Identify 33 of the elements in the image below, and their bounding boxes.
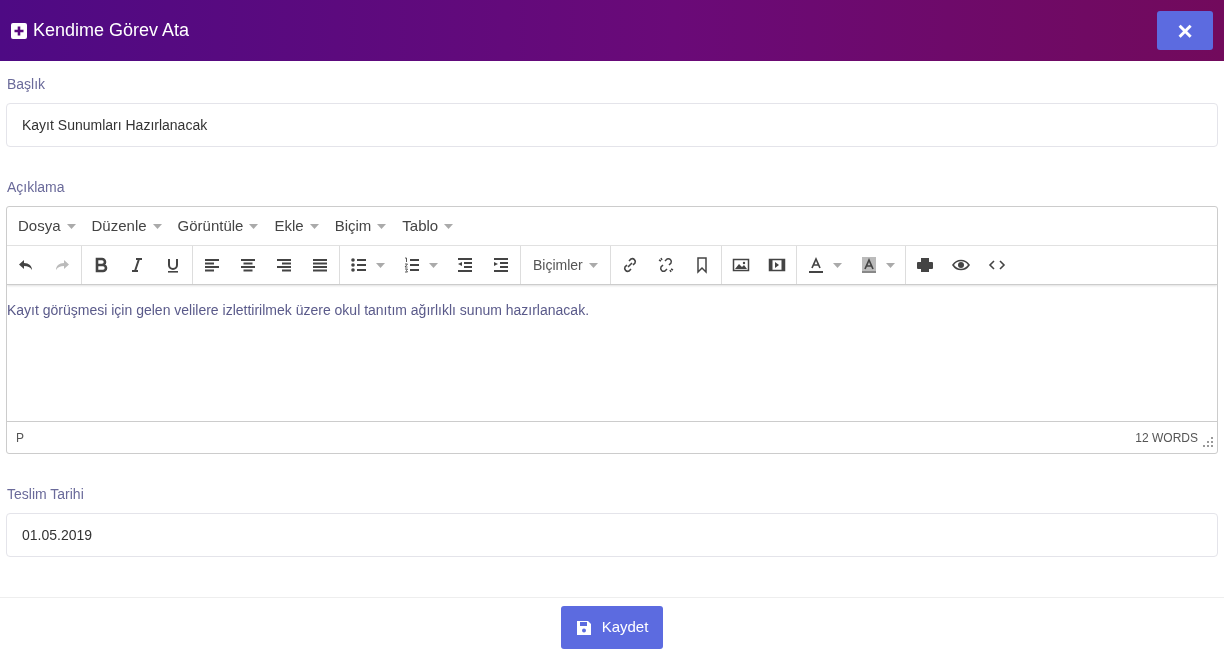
- modal-title: Kendime Görev Ata: [33, 19, 190, 42]
- field-label: Başlık: [6, 75, 47, 94]
- numbered-list-icon[interactable]: [403, 256, 421, 274]
- justify-icon[interactable]: [311, 256, 329, 274]
- outdent-icon[interactable]: [456, 256, 474, 274]
- bullet-list-icon[interactable]: [350, 256, 368, 274]
- video-icon[interactable]: [767, 256, 786, 274]
- resize-handle-icon[interactable]: [1203, 436, 1213, 447]
- align-right-icon[interactable]: [275, 256, 293, 274]
- menu-item[interactable]: Düzenle: [86, 214, 167, 238]
- menu-item[interactable]: Biçim: [329, 214, 392, 238]
- align-left-icon[interactable]: [203, 256, 221, 274]
- field-label: Teslim Tarihi: [6, 485, 85, 504]
- unlink-icon[interactable]: [656, 256, 675, 274]
- align-center-icon[interactable]: [239, 256, 257, 274]
- menu-item[interactable]: Tablo: [397, 214, 459, 238]
- close-button[interactable]: ×: [1157, 11, 1213, 50]
- menu-item[interactable]: Görüntüle: [172, 214, 264, 238]
- highlight-color-icon[interactable]: [859, 256, 878, 274]
- element-path[interactable]: P: [16, 428, 24, 447]
- plus-square-icon: [11, 22, 27, 39]
- input-field[interactable]: Kayıt Sunumları Hazırlanacak: [6, 103, 1218, 147]
- menu-item[interactable]: Ekle: [269, 214, 324, 238]
- save-button[interactable]: Kaydet: [560, 606, 664, 649]
- word-count: 12 WORDS: [1135, 429, 1198, 447]
- image-icon[interactable]: [731, 256, 750, 274]
- input-field[interactable]: 01.05.2019: [6, 513, 1218, 557]
- formats-dropdown[interactable]: Biçimler: [522, 246, 609, 284]
- field-label: Açıklama: [6, 178, 66, 197]
- editor-text[interactable]: Kayıt görüşmesi için gelen velilere izlettirilmek üzere okul tanıtım ağırlıklı sunum hazırlanacak.: [7, 300, 1217, 321]
- text-color-icon[interactable]: [806, 256, 825, 274]
- indent-icon[interactable]: [492, 256, 510, 274]
- menu-item[interactable]: Dosya: [13, 214, 81, 238]
